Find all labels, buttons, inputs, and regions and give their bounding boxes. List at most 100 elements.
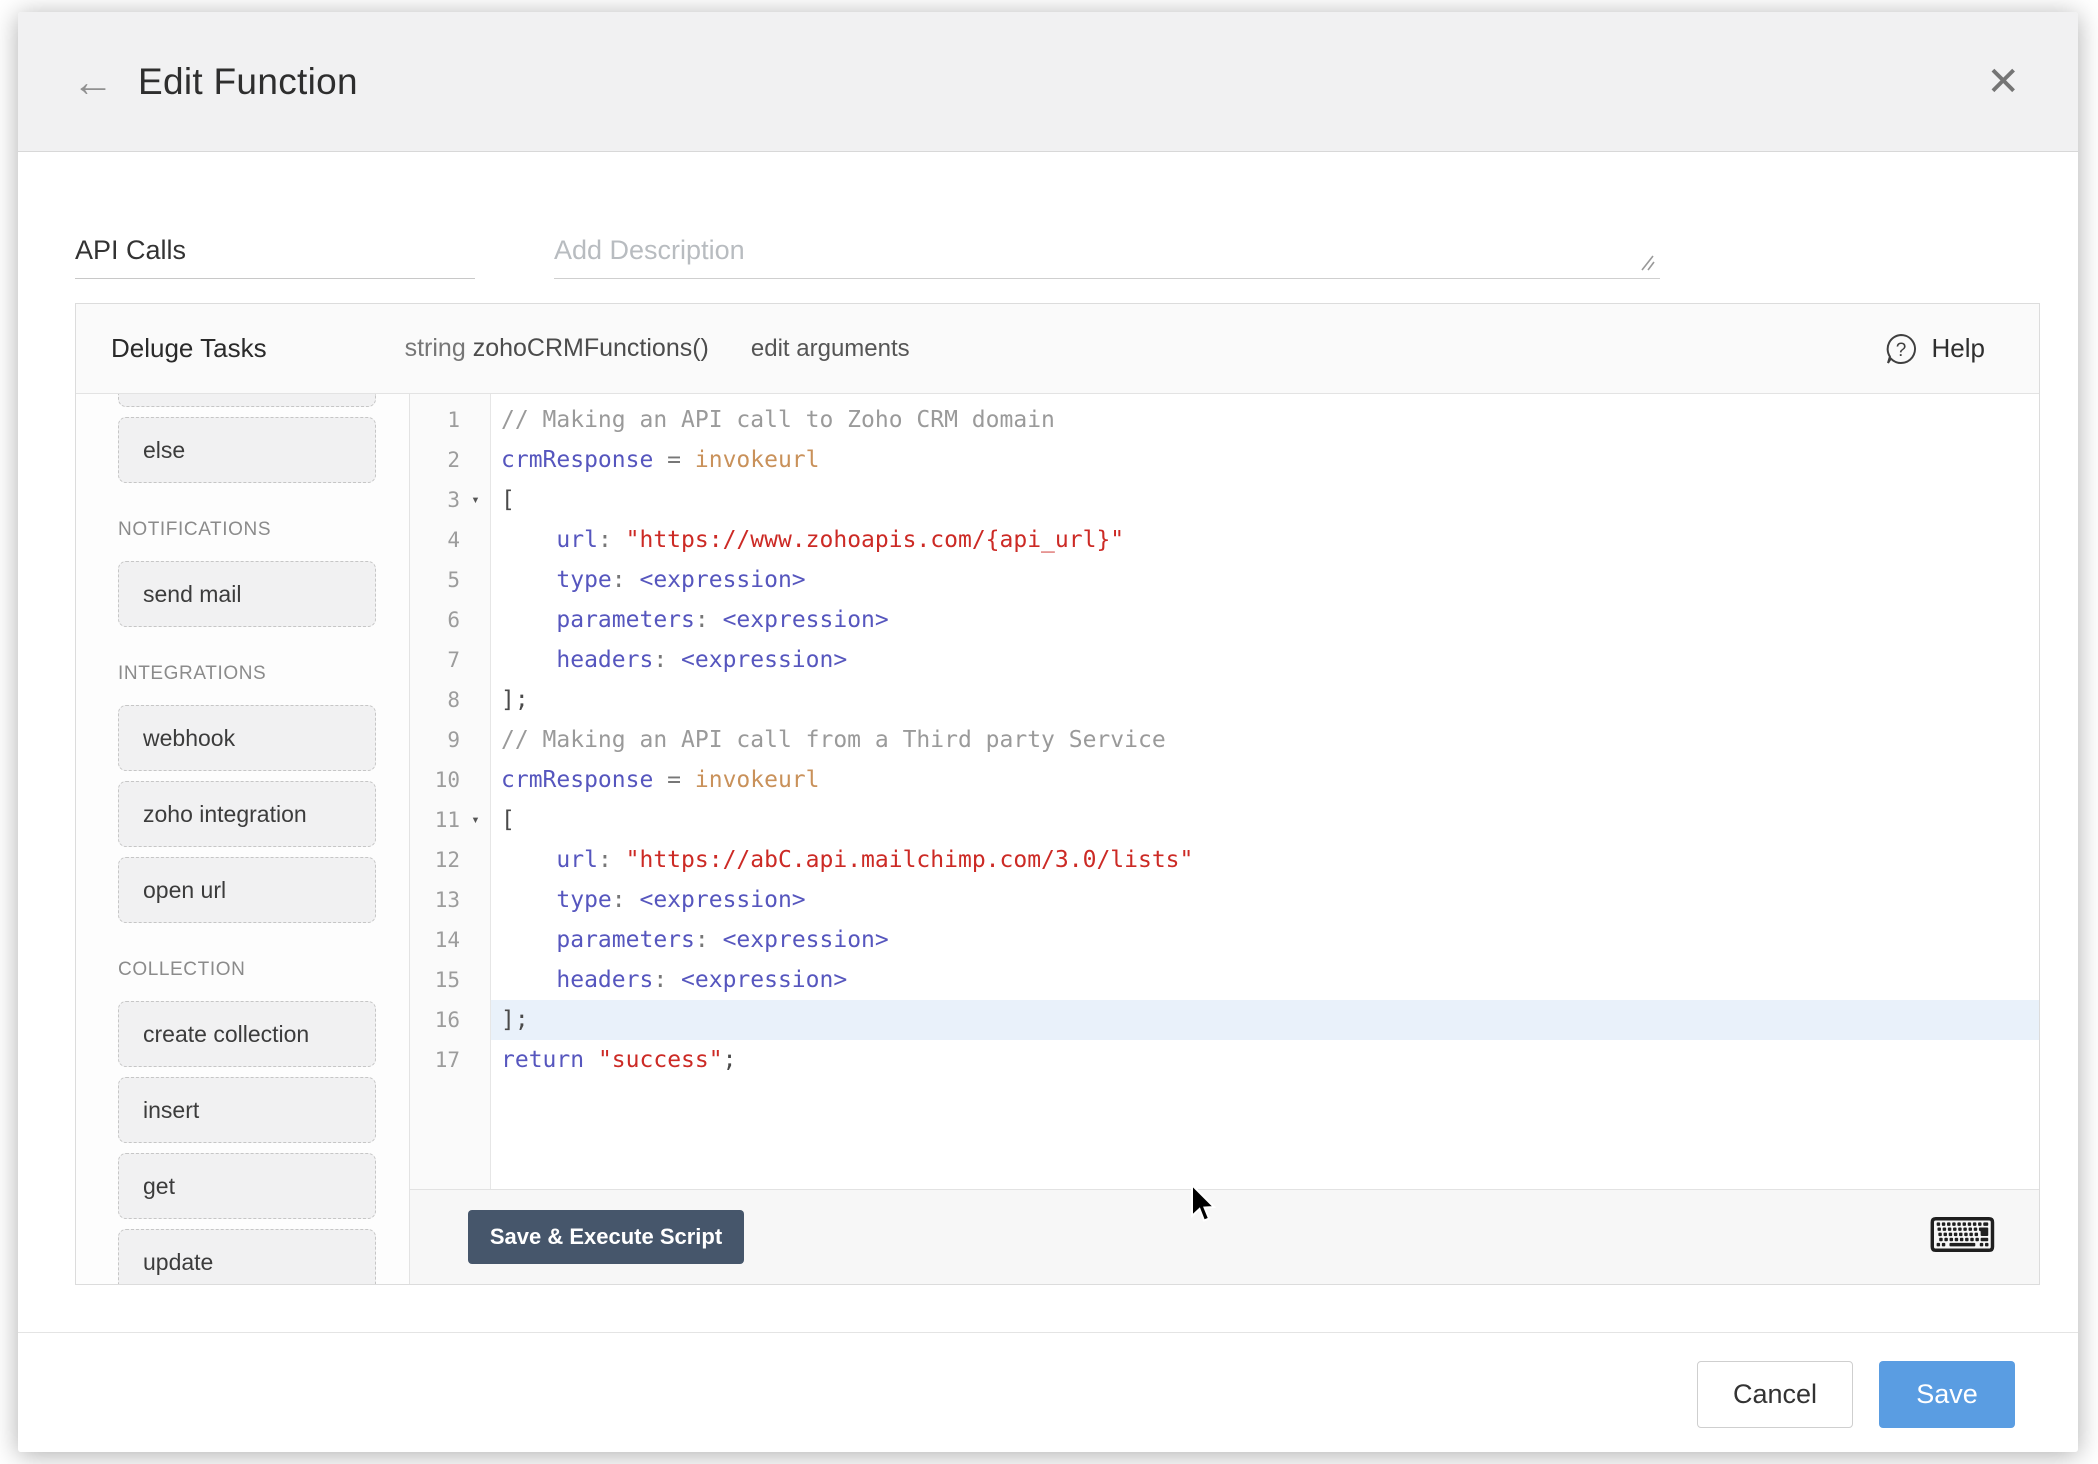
function-name-input[interactable]	[75, 223, 475, 279]
line-number: 14	[434, 928, 460, 952]
back-arrow-icon[interactable]: ←	[72, 60, 114, 103]
save-button[interactable]: Save	[1879, 1361, 2015, 1428]
code-area[interactable]: 1 // Making an API call to Zoho CRM domai…	[410, 394, 2039, 1189]
code-line-14[interactable]: 14 parameters: <expression>	[410, 920, 2039, 960]
line-number: 11	[434, 808, 460, 832]
code-text[interactable]: [	[491, 800, 2039, 840]
code-line-11[interactable]: 11 ▾[	[410, 800, 2039, 840]
line-number: 9	[447, 728, 460, 752]
code-line-10[interactable]: 10 crmResponse = invokeurl	[410, 760, 2039, 800]
help-bubble-icon: ?	[1886, 333, 1916, 364]
function-signature: string zohoCRMFunctions()	[405, 334, 709, 363]
close-icon[interactable]: ✕	[1986, 62, 2020, 102]
code-text[interactable]: ];	[491, 1000, 2039, 1040]
task-item-label: webhook	[143, 724, 236, 751]
code-line-2[interactable]: 2 crmResponse = invokeurl	[410, 440, 2039, 480]
task-item-label: open url	[143, 876, 227, 903]
signature-name: zohoCRMFunctions()	[472, 334, 709, 362]
description-field-wrap	[554, 223, 1660, 279]
deluge-tasks-sidebar: else NOTIFICATIONS send mail INTEGRATIONS we…	[76, 394, 410, 1284]
line-number: 16	[434, 1008, 460, 1032]
task-item-label: else	[143, 436, 186, 463]
description-input[interactable]	[554, 223, 1660, 279]
save-execute-script-button[interactable]: Save & Execute Script	[468, 1210, 744, 1264]
line-number: 13	[434, 888, 460, 912]
code-text[interactable]: crmResponse = invokeurl	[491, 440, 2039, 480]
task-item-create-collection[interactable]: create collection	[118, 1001, 376, 1067]
code-line-6[interactable]: 6 parameters: <expression>	[410, 600, 2039, 640]
edit-function-dialog: ← Edit Function ✕ Deluge Tasks string zo…	[18, 12, 2078, 1452]
line-number: 3	[447, 488, 460, 512]
task-item-open-url[interactable]: open url	[118, 857, 376, 923]
dialog-footer: Cancel Save	[18, 1332, 2078, 1452]
task-item-get[interactable]: get	[118, 1153, 376, 1219]
code-line-16[interactable]: 16];	[410, 1000, 2039, 1040]
editor-footer: Save & Execute Script ⌨	[410, 1189, 2039, 1284]
code-text[interactable]: ];	[491, 680, 2039, 720]
keyboard-icon[interactable]: ⌨	[1928, 1213, 1997, 1261]
cancel-button[interactable]: Cancel	[1697, 1361, 1853, 1428]
fold-arrow-icon[interactable]: ▾	[460, 800, 491, 840]
task-item-zoho-integration[interactable]: zoho integration	[118, 781, 376, 847]
code-line-3[interactable]: 3 ▾[	[410, 480, 2039, 520]
panel-title: Deluge Tasks	[111, 333, 267, 363]
code-text[interactable]: // Making an API call to Zoho CRM domain	[491, 400, 2039, 440]
code-line-13[interactable]: 13 type: <expression>	[410, 880, 2039, 920]
code-text[interactable]: [	[491, 480, 2039, 520]
line-number: 15	[434, 968, 460, 992]
code-text[interactable]: url: "https://abC.api.mailchimp.com/3.0/…	[491, 840, 2039, 880]
code-text[interactable]: type: <expression>	[491, 880, 2039, 920]
task-item-else[interactable]: else	[118, 417, 376, 483]
code-text[interactable]: crmResponse = invokeurl	[491, 760, 2039, 800]
code-text[interactable]: parameters: <expression>	[491, 920, 2039, 960]
code-line-12[interactable]: 12 url: "https://abC.api.mailchimp.com/3…	[410, 840, 2039, 880]
code-text[interactable]: url: "https://www.zohoapis.com/{api_url}…	[491, 520, 2039, 560]
task-item-insert[interactable]: insert	[118, 1077, 376, 1143]
task-section-label: NOTIFICATIONS	[118, 519, 272, 540]
line-number: 12	[434, 848, 460, 872]
code-line-7[interactable]: 7 headers: <expression>	[410, 640, 2039, 680]
edit-arguments-link[interactable]: edit arguments	[751, 335, 910, 363]
page-title: Edit Function	[138, 60, 358, 102]
task-item-label: send mail	[143, 580, 242, 607]
task-item-label: update	[143, 1248, 214, 1275]
line-number: 1	[447, 408, 460, 432]
line-number: 5	[447, 568, 460, 592]
code-line-9[interactable]: 9 // Making an API call from a Third part…	[410, 720, 2039, 760]
code-text[interactable]: // Making an API call from a Third party…	[491, 720, 2039, 760]
code-line-4[interactable]: 4 url: "https://www.zohoapis.com/{api_ur…	[410, 520, 2039, 560]
code-line-15[interactable]: 15 headers: <expression>	[410, 960, 2039, 1000]
task-item-partial[interactable]	[118, 394, 376, 407]
help-button[interactable]: ? Help	[1883, 331, 1985, 367]
code-text[interactable]: headers: <expression>	[491, 960, 2039, 1000]
task-item-send-mail[interactable]: send mail	[118, 561, 376, 627]
code-line-1[interactable]: 1 // Making an API call to Zoho CRM domai…	[410, 400, 2039, 440]
code-text[interactable]: return "success";	[491, 1040, 2039, 1080]
code-line-5[interactable]: 5 type: <expression>	[410, 560, 2039, 600]
task-item-update[interactable]: update	[118, 1229, 376, 1284]
code-line-8[interactable]: 8];	[410, 680, 2039, 720]
resize-handle-icon[interactable]	[1638, 253, 1658, 273]
line-number: 8	[447, 688, 460, 712]
code-text[interactable]: type: <expression>	[491, 560, 2039, 600]
code-line-17[interactable]: 17 return "success";	[410, 1040, 2039, 1080]
code-text[interactable]: headers: <expression>	[491, 640, 2039, 680]
task-item-webhook[interactable]: webhook	[118, 705, 376, 771]
fold-arrow-icon[interactable]: ▾	[460, 480, 491, 520]
line-number: 2	[447, 448, 460, 472]
task-item-label: get	[143, 1172, 175, 1199]
code-text[interactable]: parameters: <expression>	[491, 600, 2039, 640]
